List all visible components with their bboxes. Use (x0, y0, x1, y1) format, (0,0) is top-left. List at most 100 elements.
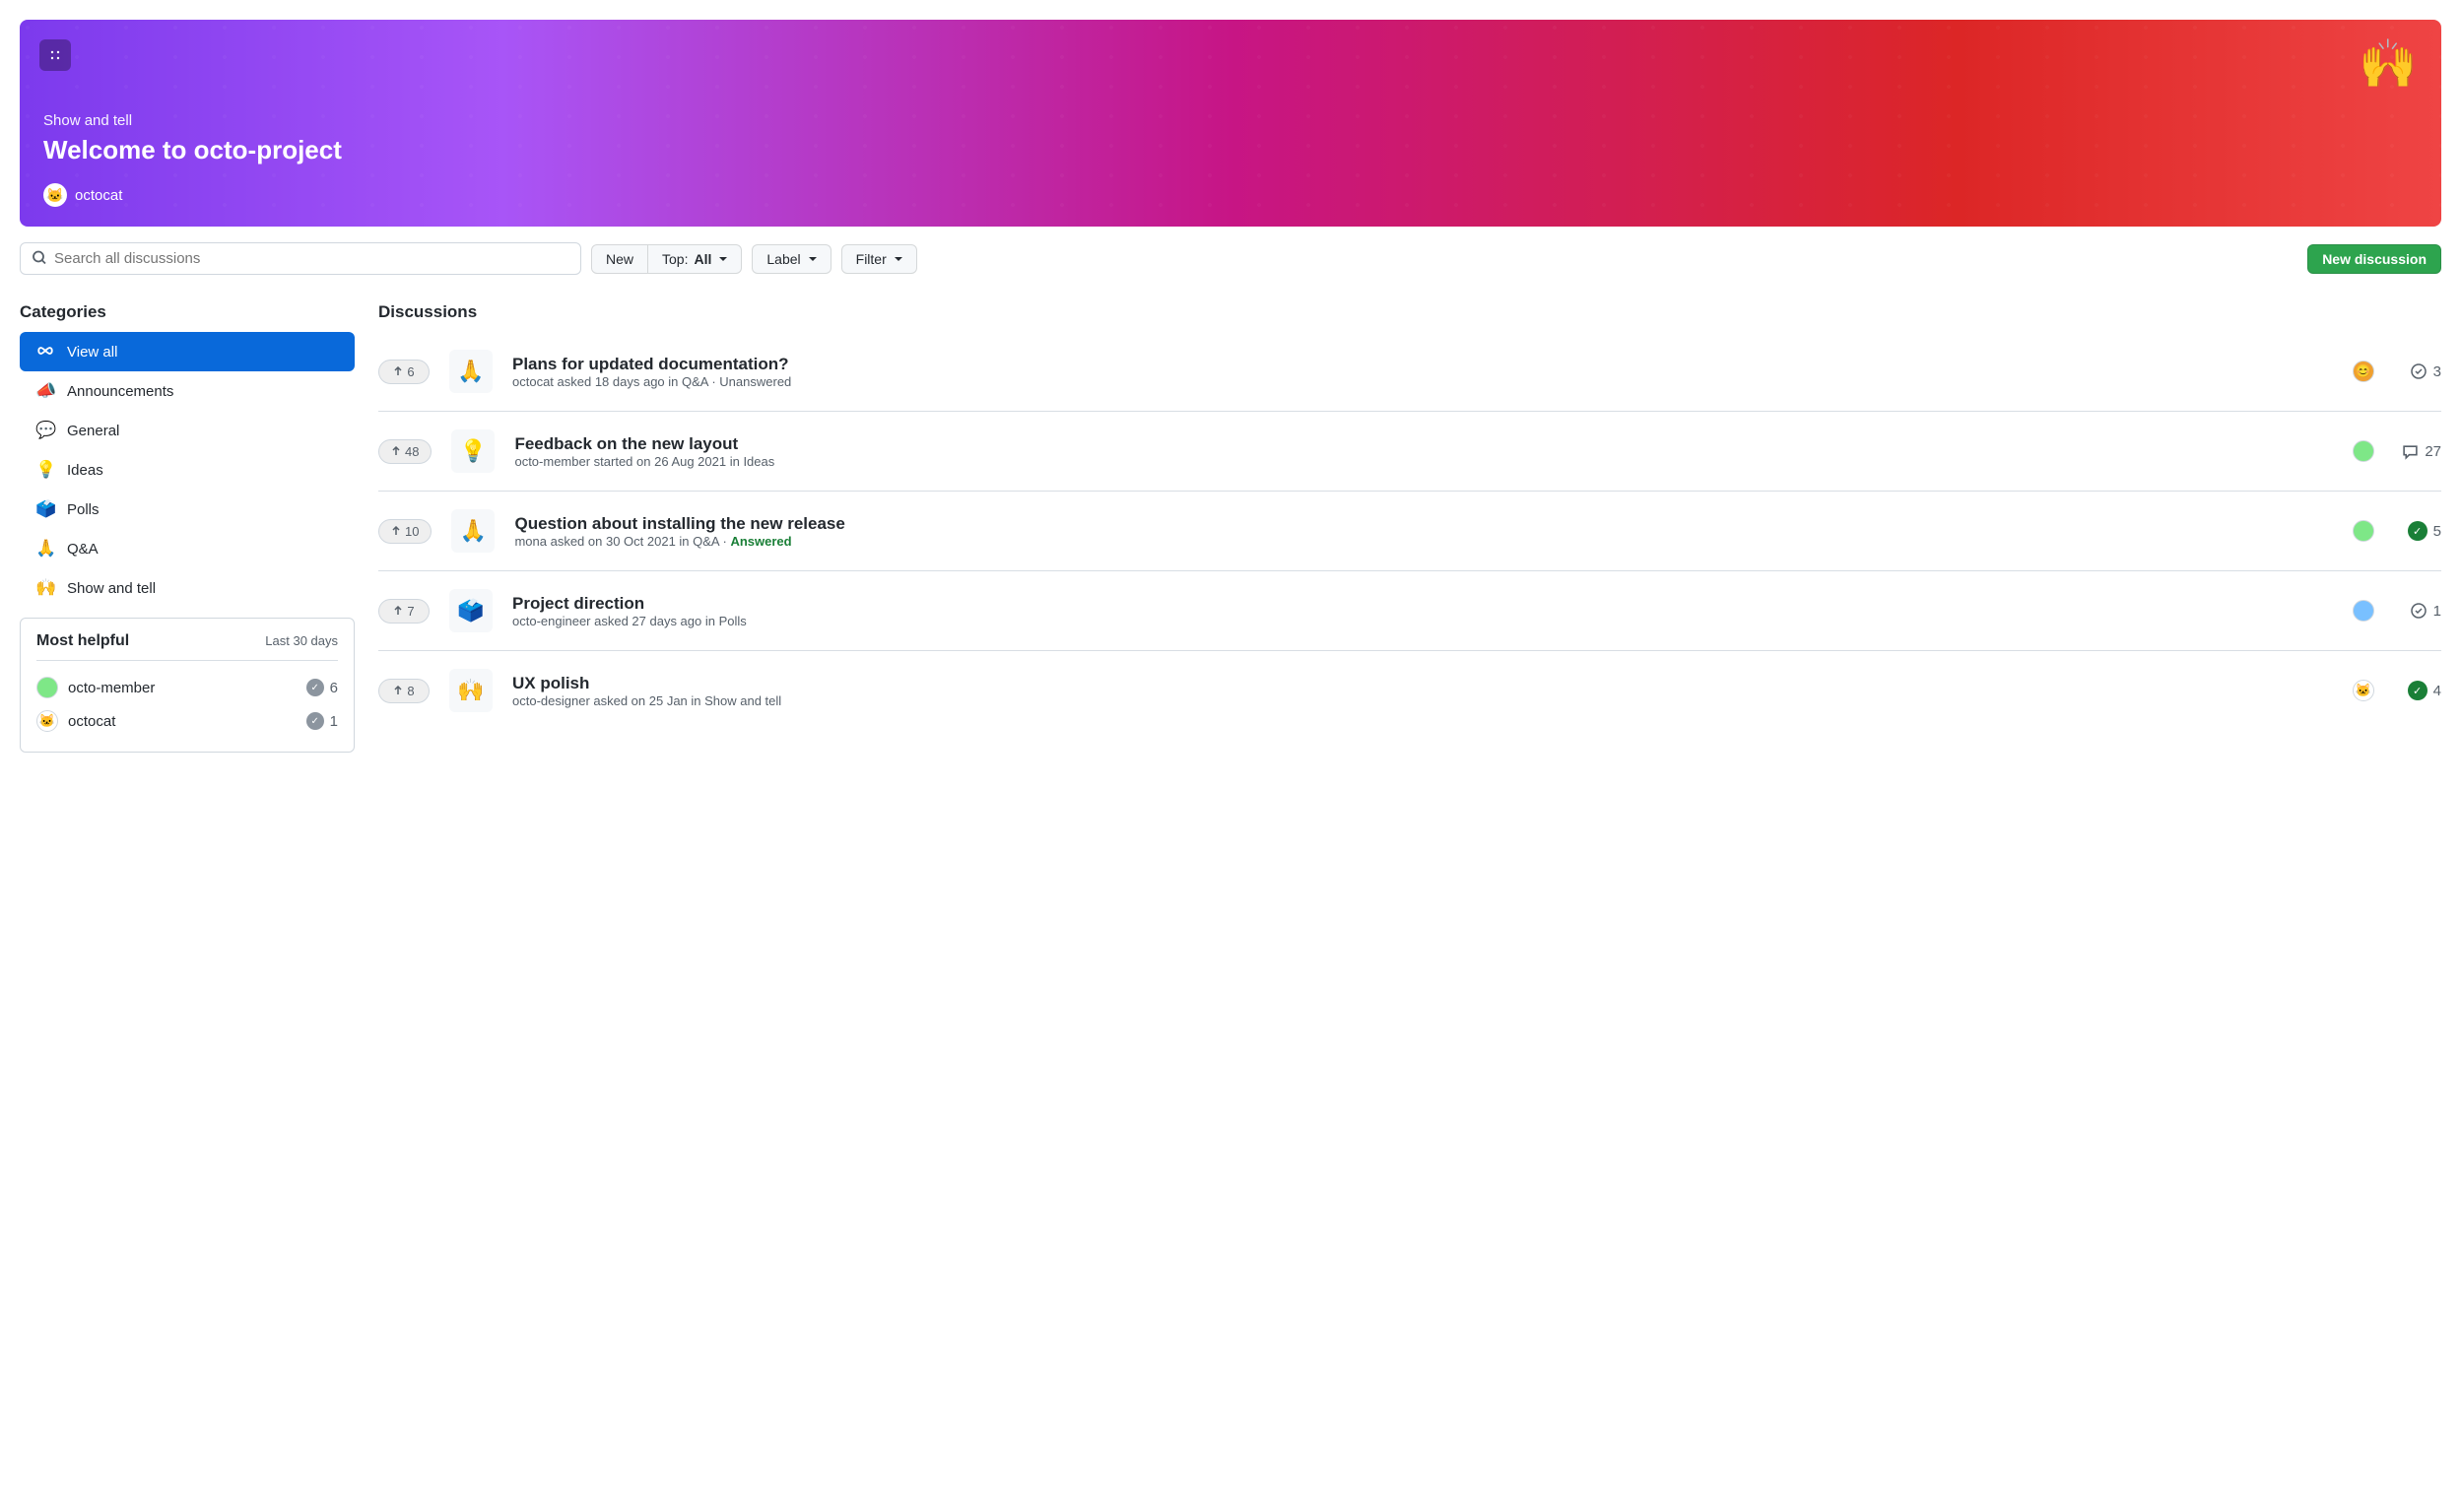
comment-count[interactable]: ✓4 (2394, 681, 2441, 700)
category-label: General (67, 423, 119, 439)
search-wrap (20, 242, 581, 275)
category-badge: 🙌 (449, 669, 493, 712)
category-label: Show and tell (67, 580, 156, 597)
discussion-body: Feedback on the new layoutocto-member st… (514, 434, 2333, 469)
new-sort-label: New (606, 251, 633, 267)
upvote-button[interactable]: 6 (378, 360, 430, 384)
discussion-meta: octo-designer asked on 25 Jan in Show an… (512, 693, 2333, 708)
grip-icon (50, 50, 60, 60)
category-label: Announcements (67, 383, 173, 400)
banner-emoji: 🙌 (2359, 35, 2418, 92)
check-circle-filled-icon: ✓ (2408, 521, 2428, 541)
category-label: Polls (67, 501, 100, 518)
drag-handle[interactable] (39, 39, 71, 71)
new-discussion-button[interactable]: New discussion (2307, 244, 2441, 274)
content: Categories View all📣Announcements💬Genera… (20, 302, 2441, 753)
main: Discussions 6 🙏 Plans for updated document… (378, 302, 2441, 753)
helpful-count: ✓6 (306, 679, 338, 696)
sidebar: Categories View all📣Announcements💬Genera… (20, 302, 355, 753)
arrow-up-icon (391, 446, 401, 456)
category-item-show-and-tell[interactable]: 🙌 Show and tell (20, 568, 355, 608)
category-item-q&a[interactable]: 🙏Q&A (20, 529, 355, 568)
participant-avatar[interactable] (2353, 600, 2374, 622)
category-item-ideas[interactable]: 💡 Ideas (20, 450, 355, 490)
comment-count[interactable]: 27 (2394, 443, 2441, 460)
filter-button[interactable]: Filter (841, 244, 917, 274)
arrow-up-icon (391, 526, 401, 536)
discussion-row: 6 🙏 Plans for updated documentation?octoca… (378, 332, 2441, 412)
discussions-heading: Discussions (378, 302, 2441, 322)
helpful-count: ✓1 (306, 712, 338, 730)
top-sort-button[interactable]: Top: All (647, 244, 742, 274)
discussion-body: Project directionocto-engineer asked 27 … (512, 594, 2333, 628)
category-emoji: 📣 (35, 381, 55, 401)
discussion-title[interactable]: Feedback on the new layout (514, 434, 738, 453)
participant-avatar[interactable]: 😊 (2353, 361, 2374, 382)
upvote-count: 6 (407, 364, 414, 379)
category-emoji: 💡 (35, 460, 55, 480)
participant-avatar[interactable] (2353, 520, 2374, 542)
discussion-title[interactable]: Question about installing the new releas… (514, 514, 844, 533)
pinned-discussion-banner[interactable]: 🙌 Show and tell Welcome to octo-project … (20, 20, 2441, 227)
discussion-row: 10 🙏 Question about installing the new rel… (378, 492, 2441, 571)
comment-count-value: 3 (2433, 363, 2441, 380)
discussion-row: 7 🗳️ Project directionocto-engineer asked … (378, 571, 2441, 651)
participant-avatar[interactable] (2353, 440, 2374, 462)
upvote-button[interactable]: 10 (378, 519, 432, 544)
new-discussion-label: New discussion (2322, 251, 2427, 267)
helpful-period: Last 30 days (265, 633, 338, 648)
sort-group: New Top: All (591, 244, 742, 274)
category-badge: 🗳️ (449, 589, 493, 632)
upvote-button[interactable]: 8 (378, 679, 430, 703)
helpful-user[interactable]: 🐱octocat✓1 (36, 704, 338, 738)
discussion-meta: octocat asked 18 days ago in Q&A · Unans… (512, 374, 2333, 389)
category-item-view-all[interactable]: View all (20, 332, 355, 371)
upvote-button[interactable]: 48 (378, 439, 432, 464)
helpful-user-name: octocat (68, 713, 115, 730)
label-filter-button[interactable]: Label (752, 244, 831, 274)
helpful-list: octo-member✓6🐱octocat✓1 (36, 671, 338, 738)
upvote-count: 48 (405, 444, 419, 459)
category-item-polls[interactable]: 🗳️Polls (20, 490, 355, 529)
comment-count-value: 4 (2433, 683, 2441, 699)
comment-count[interactable]: 1 (2394, 602, 2441, 620)
caret-icon (809, 257, 817, 261)
upvote-button[interactable]: 7 (378, 599, 430, 624)
category-item-announcements[interactable]: 📣 Announcements (20, 371, 355, 411)
discussion-title[interactable]: Project direction (512, 594, 644, 613)
category-label: View all (67, 344, 117, 361)
comment-count[interactable]: 3 (2394, 362, 2441, 380)
search-input[interactable] (20, 242, 581, 275)
helpful-user[interactable]: octo-member ✓6 (36, 671, 338, 704)
upvote-count: 10 (405, 524, 419, 539)
category-emoji (35, 342, 55, 362)
discussion-meta: octo-engineer asked 27 days ago in Polls (512, 614, 2333, 628)
category-emoji: 🙌 (35, 578, 55, 598)
upvote-count: 8 (407, 684, 414, 698)
category-item-general[interactable]: 💬 General (20, 411, 355, 450)
label-filter-label: Label (766, 251, 800, 267)
helpful-user-name: octo-member (68, 680, 155, 696)
discussion-meta: mona asked on 30 Oct 2021 in Q&A · Answe… (514, 534, 2333, 549)
new-sort-button[interactable]: New (591, 244, 647, 274)
check-icon: ✓ (306, 712, 324, 730)
helpful-header: Most helpful Last 30 days (36, 632, 338, 661)
category-badge: 💡 (451, 429, 495, 473)
arrow-up-icon (393, 366, 403, 376)
discussion-title[interactable]: Plans for updated documentation? (512, 355, 789, 373)
check-circle-filled-icon: ✓ (2408, 681, 2428, 700)
search-icon (32, 249, 47, 268)
discussion-list: 6 🙏 Plans for updated documentation?octoca… (378, 332, 2441, 730)
category-badge: 🙏 (451, 509, 495, 553)
category-label: Q&A (67, 541, 99, 558)
discussion-row: 8 🙌 UX polishocto-designer asked on 25 Jan… (378, 651, 2441, 730)
filter-label: Filter (856, 251, 887, 267)
discussion-title[interactable]: UX polish (512, 674, 589, 692)
category-emoji: 💬 (35, 421, 55, 440)
category-label: Ideas (67, 462, 103, 479)
comment-count[interactable]: ✓5 (2394, 521, 2441, 541)
category-list: View all 📣 Announcements 💬 General 💡 Ideas 🗳️Po… (20, 332, 355, 608)
top-prefix: Top: (662, 251, 688, 267)
category-badge: 🙏 (449, 350, 493, 393)
participant-avatar[interactable]: 🐱 (2353, 680, 2374, 701)
